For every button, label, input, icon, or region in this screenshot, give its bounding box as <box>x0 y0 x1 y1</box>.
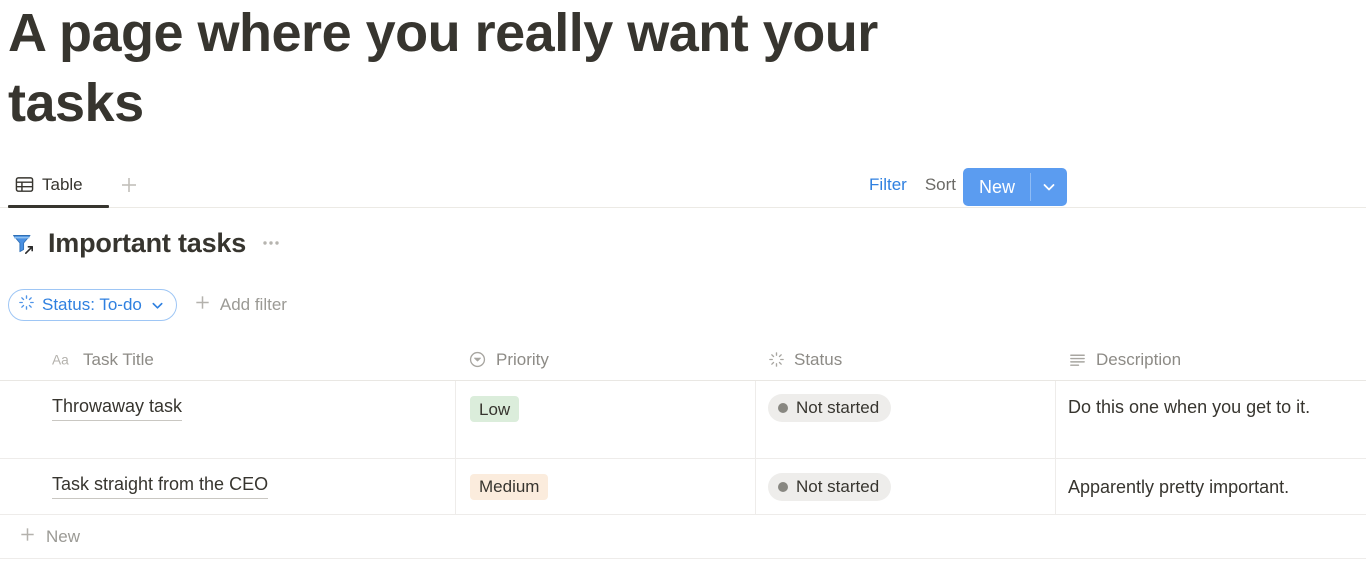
column-header-task-title[interactable]: Aa Task Title <box>52 338 154 381</box>
column-header-label: Task Title <box>83 349 154 369</box>
database-table: Aa Task Title Priority Status Descriptio… <box>0 338 1366 559</box>
status-pill[interactable]: Not started <box>768 394 892 422</box>
priority-pill: Medium <box>470 473 549 500</box>
tab-table-label: Table <box>42 174 83 194</box>
toolbar-divider <box>0 207 1366 208</box>
filter-chip-label: Status: To-do <box>42 295 142 314</box>
linked-filter-funnel-icon <box>8 228 38 258</box>
status-label: Not started <box>796 398 880 417</box>
database-header: Important tasks <box>8 228 282 258</box>
status-spinner-icon <box>18 294 35 316</box>
cell-description[interactable]: Apparently pretty important. <box>1068 459 1366 514</box>
column-divider <box>455 381 456 458</box>
select-circle-chevron-icon <box>468 350 487 369</box>
column-header-priority[interactable]: Priority <box>468 338 549 381</box>
filter-button[interactable]: Filter <box>860 170 916 200</box>
column-divider <box>1055 459 1056 514</box>
column-header-description[interactable]: Description <box>1068 338 1181 381</box>
priority-pill: Low <box>470 396 520 422</box>
new-button[interactable]: New <box>962 168 1067 206</box>
column-header-label: Status <box>794 349 843 369</box>
page-title: A page where you really want your tasks <box>8 3 878 133</box>
column-header-label: Priority <box>496 349 549 369</box>
column-divider <box>755 381 756 458</box>
svg-text:Aa: Aa <box>52 352 69 367</box>
cell-status[interactable]: Not started <box>768 459 1055 514</box>
database-more-icon[interactable] <box>260 232 282 254</box>
add-new-row-button[interactable]: New <box>0 515 1366 559</box>
table-icon <box>15 175 34 194</box>
cell-priority[interactable]: Medium <box>470 459 755 514</box>
filter-chip-status[interactable]: Status: To-do <box>8 289 177 321</box>
table-header-row: Aa Task Title Priority Status Descriptio… <box>0 338 1366 381</box>
add-filter-label: Add filter <box>219 295 287 314</box>
cell-description[interactable]: Do this one when you get to it. <box>1068 381 1366 458</box>
text-aa-icon: Aa <box>52 352 74 368</box>
add-filter-button[interactable]: Add filter <box>185 289 295 321</box>
plus-icon <box>18 525 37 549</box>
active-tab-indicator <box>8 205 109 208</box>
cell-task-title[interactable]: Task straight from the CEO <box>52 459 455 514</box>
table-row[interactable]: Task straight from the CEO Medium Not st… <box>0 459 1366 515</box>
status-label: Not started <box>796 476 880 496</box>
notion-page: A page where you really want your tasks … <box>0 0 1366 566</box>
add-new-row-label: New <box>46 526 81 546</box>
text-lines-icon <box>1068 350 1087 369</box>
table-row[interactable]: Throwaway task Low Not started Do this o… <box>0 381 1366 459</box>
status-pill[interactable]: Not started <box>768 472 892 501</box>
add-view-button[interactable] <box>118 174 140 196</box>
tab-table[interactable]: Table <box>8 166 90 202</box>
column-header-status[interactable]: Status <box>768 338 842 381</box>
column-divider <box>1055 381 1056 458</box>
task-title-link[interactable]: Throwaway task <box>52 396 183 421</box>
new-button-dropdown[interactable] <box>1031 168 1067 206</box>
description-text: Apparently pretty important. <box>1068 476 1290 497</box>
column-divider <box>755 459 756 514</box>
chevron-down-icon <box>150 298 165 313</box>
view-toolbar: Table Filter Sort New <box>0 160 1366 208</box>
cell-task-title[interactable]: Throwaway task <box>52 381 455 458</box>
cell-priority[interactable]: Low <box>470 381 755 458</box>
cell-status[interactable]: Not started <box>768 381 1055 458</box>
column-divider <box>455 459 456 514</box>
status-dot-icon <box>778 481 788 492</box>
sort-button[interactable]: Sort <box>916 170 965 200</box>
database-title: Important tasks <box>48 227 247 258</box>
plus-icon <box>193 293 212 317</box>
status-dot-icon <box>778 403 788 413</box>
new-button-label: New <box>978 176 1015 197</box>
task-title-link[interactable]: Task straight from the CEO <box>52 474 269 499</box>
column-header-label: Description <box>1096 349 1182 369</box>
description-text: Do this one when you get to it. <box>1068 397 1311 417</box>
filter-row: Status: To-do Add filter <box>8 289 295 321</box>
status-spinner-icon <box>768 351 785 368</box>
